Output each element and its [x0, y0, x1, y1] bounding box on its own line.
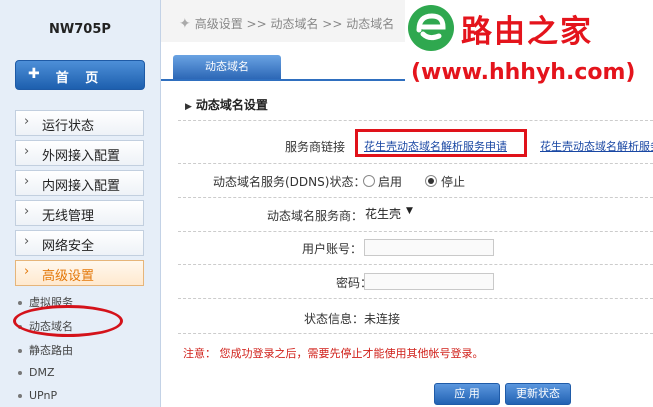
chevron-right-icon: ›	[24, 144, 30, 159]
submenu-static-route[interactable]: 静态路由	[18, 342, 73, 358]
menu-item-wan[interactable]: › 外网接入配置	[15, 140, 144, 166]
menu-label: 网络安全	[42, 239, 95, 254]
radio-enable[interactable]	[363, 175, 375, 187]
section-title: ▶ 动态域名设置	[185, 96, 268, 113]
router-model: NW705P	[49, 22, 111, 37]
bullet-icon	[18, 349, 22, 353]
account-label: 用户账号：	[302, 242, 363, 256]
submenu-label: UPnP	[29, 389, 58, 402]
menu-label: 无线管理	[42, 209, 95, 224]
isp-select[interactable]: 花生壳 ▼	[365, 205, 415, 221]
divider	[178, 163, 653, 164]
watermark-title: 路由之家	[461, 14, 593, 50]
apply-button[interactable]: 应 用	[434, 383, 500, 405]
breadcrumb-text: 高级设置 >> 动态域名 >> 动态域名	[194, 17, 395, 31]
divider	[178, 197, 653, 198]
bullet-icon	[18, 394, 22, 398]
provider-link-label: 服务商链接	[285, 140, 346, 154]
watermark-logo-icon	[408, 5, 454, 51]
submenu-label: 静态路由	[29, 344, 73, 357]
account-input[interactable]	[364, 239, 494, 256]
divider	[178, 120, 653, 121]
radio-enable-label: 启用	[378, 175, 403, 189]
triangle-right-icon: ▶	[185, 102, 192, 112]
refresh-status-button[interactable]: 更新状态	[505, 383, 571, 405]
watermark: 路由之家 (www.hhhyh.com)	[405, 0, 653, 100]
tab-ddns[interactable]: 动态域名	[173, 55, 281, 79]
menu-label: 高级设置	[42, 269, 95, 284]
isp-label: 动态域名服务商：	[267, 209, 364, 223]
notice-text: 注意： 您成功登录之后，需要先停止才能使用其他帐号登录。	[183, 347, 484, 360]
sidebar: NW705P ✚ 首 页 › 运行状态 › 外网接入配置 › 内网接入配置 › …	[0, 0, 161, 407]
isp-select-value: 花生壳	[365, 207, 402, 221]
divider	[178, 231, 653, 232]
menu-label: 内网接入配置	[42, 179, 121, 194]
home-button[interactable]: ✚ 首 页	[15, 60, 145, 90]
status-value: 未连接	[364, 312, 401, 326]
chevron-right-icon: ›	[24, 114, 30, 129]
home-label: 首 页	[55, 71, 105, 86]
ddns-status-label: 动态域名服务(DDNS)状态：	[213, 175, 366, 189]
chevron-right-icon: ›	[24, 174, 30, 189]
bullet-icon	[18, 371, 22, 375]
radio-stop-label: 停止	[441, 175, 466, 189]
menu-item-wireless[interactable]: › 无线管理	[15, 200, 144, 226]
menu-label: 外网接入配置	[42, 149, 121, 164]
submenu-label: DMZ	[29, 366, 55, 379]
section-title-text: 动态域名设置	[195, 98, 268, 112]
divider	[178, 264, 653, 265]
menu-item-lan[interactable]: › 内网接入配置	[15, 170, 144, 196]
submenu-upnp[interactable]: UPnP	[18, 389, 57, 402]
annotation-ellipse	[13, 305, 123, 337]
breadcrumb: ✦ 高级设置 >> 动态域名 >> 动态域名	[179, 15, 394, 32]
password-input[interactable]	[364, 273, 494, 290]
menu-item-advanced[interactable]: › 高级设置	[15, 260, 144, 286]
status-label: 状态信息：	[304, 312, 365, 326]
chevron-right-icon: ›	[24, 264, 30, 279]
divider	[178, 298, 653, 299]
chevron-down-icon: ▼	[406, 206, 413, 216]
menu-label: 运行状态	[42, 119, 95, 134]
menu-item-security[interactable]: › 网络安全	[15, 230, 144, 256]
divider	[178, 333, 653, 334]
submenu-dmz[interactable]: DMZ	[18, 366, 55, 379]
radio-stop[interactable]	[425, 175, 437, 187]
menu-item-run-status[interactable]: › 运行状态	[15, 110, 144, 136]
watermark-url: (www.hhhyh.com)	[411, 60, 636, 85]
bullet-icon	[18, 301, 22, 305]
provider-link-service[interactable]: 花生壳动态域名解析服务	[540, 138, 653, 154]
star-icon: ✦	[179, 16, 191, 32]
chevron-right-icon: ›	[24, 204, 30, 219]
chevron-right-icon: ›	[24, 234, 30, 249]
annotation-box	[355, 129, 527, 157]
